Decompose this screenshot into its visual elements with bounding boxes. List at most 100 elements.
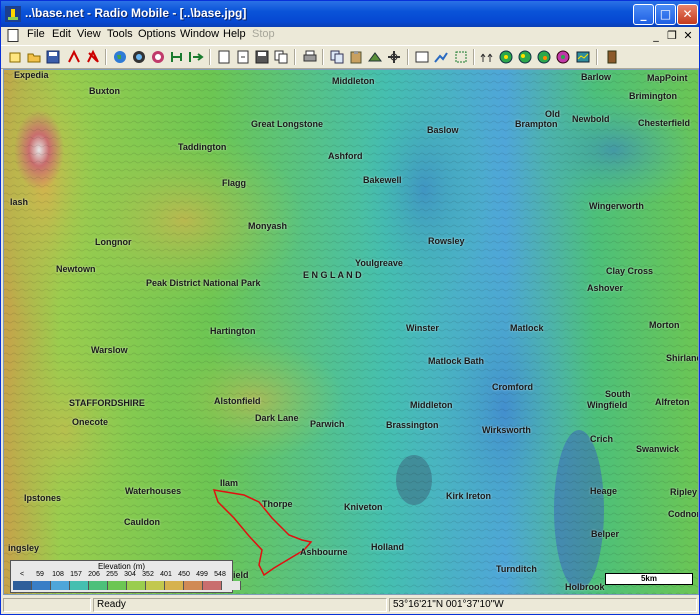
place-label: Peak District National Park [146, 278, 261, 288]
toolbar-separator [322, 49, 324, 65]
paste-icon[interactable] [348, 49, 364, 65]
maximize-button[interactable]: □ [655, 4, 676, 25]
elevation-map[interactable] [4, 70, 699, 595]
legend-swatches [13, 581, 241, 590]
menu-stop: Stop [252, 28, 275, 40]
menu-help[interactable]: Help [223, 28, 246, 40]
legend-values: <59 108 157 206 255 304 352 401 450 499 548 [13, 571, 229, 578]
application-window: ..\base.net - Radio Mobile - [..\base.jp… [0, 0, 700, 615]
radio-link-icon[interactable] [433, 49, 449, 65]
rotate-icon[interactable] [367, 49, 383, 65]
toolbar-separator [407, 49, 409, 65]
place-label: Codnor [668, 509, 699, 519]
merge-picture-icon[interactable] [235, 49, 251, 65]
menu-view[interactable]: View [77, 28, 101, 40]
new-file-icon[interactable] [7, 49, 23, 65]
open-folder-icon[interactable] [26, 49, 42, 65]
place-label: Longnor [95, 237, 132, 247]
copy-picture-icon[interactable] [273, 49, 289, 65]
legend-title: Elevation (m) [97, 562, 146, 571]
save-picture-icon[interactable] [254, 49, 270, 65]
place-label: Matlock [510, 323, 544, 333]
spectrum-icon[interactable] [536, 49, 552, 65]
place-label: Ilam [220, 478, 239, 488]
mdi-minimize-button[interactable]: _ [649, 29, 663, 43]
open-window-icon[interactable] [188, 49, 204, 65]
minimize-button[interactable]: _ [633, 4, 654, 25]
place-label: Onecote [72, 417, 109, 427]
legend-swatch [146, 581, 165, 590]
zoom-icon[interactable] [414, 49, 430, 65]
print-icon[interactable] [302, 49, 318, 65]
place-label: Ripley [670, 487, 698, 497]
menu-file[interactable]: File [27, 28, 45, 40]
mdi-restore-button[interactable]: ❐ [665, 29, 679, 43]
legend-value: 450 [178, 571, 190, 578]
new-picture-icon[interactable] [216, 49, 232, 65]
settings-icon[interactable] [575, 49, 591, 65]
place-label: Taddington [178, 142, 227, 152]
network-properties-icon[interactable] [66, 49, 82, 65]
combined-coverage-icon[interactable] [498, 49, 514, 65]
visual-icon[interactable] [555, 49, 571, 65]
place-label: Hartington [210, 326, 256, 336]
legend-swatch [89, 581, 108, 590]
place-label: Newbold [572, 114, 610, 124]
legend-swatch [203, 581, 222, 590]
world-map-icon[interactable] [112, 49, 128, 65]
place-label: Cauldon [124, 517, 160, 527]
place-label: Buxton [89, 86, 120, 96]
legend-swatch [108, 581, 127, 590]
landmark-icon[interactable] [169, 49, 185, 65]
place-label: Dark Lane [255, 413, 299, 423]
place-label: Expedia [14, 70, 49, 80]
place-label: Middleton [410, 400, 453, 410]
place-label: Alfreton [655, 397, 690, 407]
map-fit-icon[interactable] [386, 49, 402, 65]
legend-swatch [184, 581, 203, 590]
map-properties-icon[interactable] [131, 49, 147, 65]
place-label: Brassington [386, 420, 439, 430]
route-icon[interactable] [517, 49, 533, 65]
place-label: Kirk Ireton [446, 491, 492, 501]
place-label: Chesterfield [638, 118, 691, 128]
legend-swatch [51, 581, 70, 590]
place-label: Baslow [427, 125, 459, 135]
legend-value: < [19, 571, 25, 578]
close-button[interactable]: ✕ [677, 4, 698, 25]
menu-window[interactable]: Window [180, 28, 219, 40]
status-coordinates: 53°16'21"N 001°37'10"W [389, 598, 697, 612]
legend-swatch [13, 581, 32, 590]
document-icon[interactable] [7, 29, 19, 42]
coverage-icon[interactable] [479, 49, 495, 65]
polar-plot-icon[interactable] [453, 49, 469, 65]
save-icon[interactable] [45, 49, 61, 65]
toolbar [1, 45, 699, 69]
place-label: Parwich [310, 419, 345, 429]
place-label: Youlgreave [355, 258, 403, 268]
place-label: Ashbourne [300, 547, 348, 557]
place-label: Warslow [91, 345, 128, 355]
map-view[interactable]: Expedia Middleton Barlow MapPoint Buxton Brim… [3, 69, 699, 595]
elevation-icon[interactable] [150, 49, 166, 65]
place-label: Old [545, 109, 560, 119]
legend-value: 206 [88, 571, 100, 578]
place-label: Brampton [515, 119, 558, 129]
legend-value: 157 [70, 571, 82, 578]
radio-mobile-app-icon[interactable] [5, 6, 21, 22]
menu-tools[interactable]: Tools [107, 28, 133, 40]
copy-icon[interactable] [329, 49, 345, 65]
place-label: Heage [590, 486, 618, 496]
legend-swatch [127, 581, 146, 590]
place-label: ingsley [8, 543, 40, 553]
menu-edit[interactable]: Edit [52, 28, 71, 40]
menu-options[interactable]: Options [138, 28, 176, 40]
title-bar[interactable]: ..\base.net - Radio Mobile - [..\base.jp… [1, 1, 699, 27]
place-label: E N G L A N D [303, 270, 362, 280]
scale-bar: 5km [605, 573, 693, 585]
status-bar: Ready 53°16'21"N 001°37'10"W [1, 596, 699, 614]
mdi-close-button[interactable]: ✕ [681, 29, 695, 43]
exit-icon[interactable] [604, 49, 620, 65]
unit-properties-icon[interactable] [85, 49, 101, 65]
toolbar-separator [294, 49, 296, 65]
